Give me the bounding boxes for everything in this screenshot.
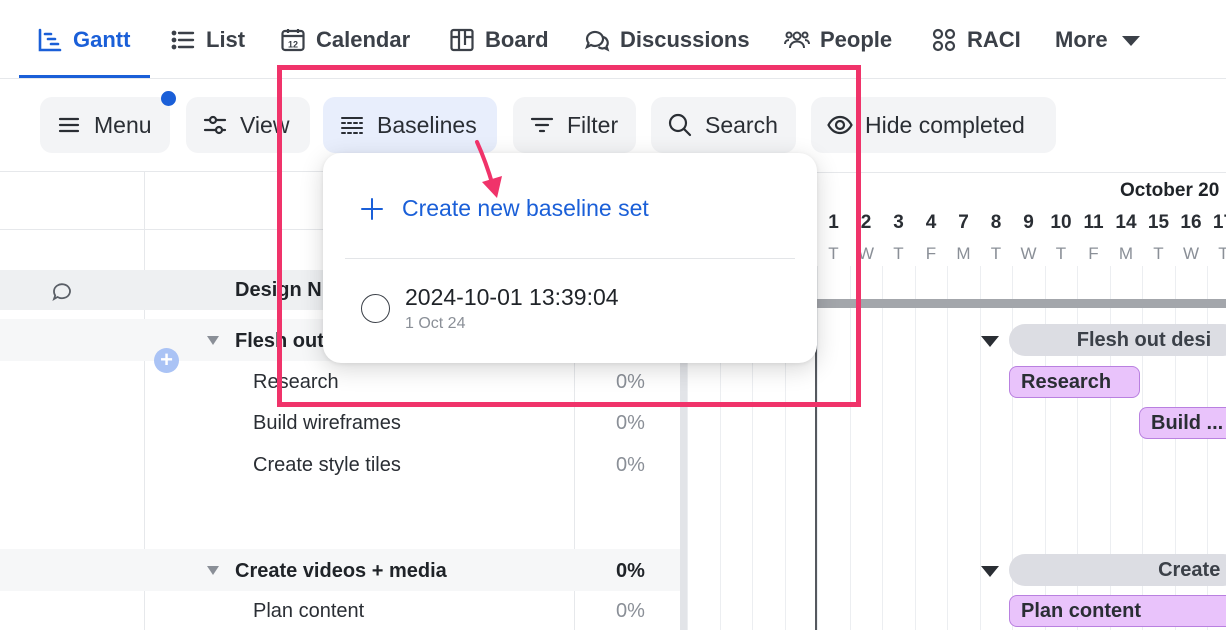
- tab-people-label: People: [820, 26, 893, 52]
- task-name: Build wireframes: [253, 412, 401, 434]
- day-number: 7: [958, 212, 969, 233]
- menu-button[interactable]: Menu: [40, 97, 170, 153]
- tab-calendar-label: Calendar: [316, 26, 411, 52]
- gantt-bar-plan-content[interactable]: Plan content: [1009, 595, 1226, 627]
- task-name: Plan content: [253, 600, 365, 622]
- tab-list-label: List: [206, 26, 246, 52]
- day-gridline: [947, 266, 948, 630]
- gantt-bar-label: Create v: [1158, 558, 1226, 581]
- day-number: 11: [1083, 212, 1104, 233]
- annotation-arrow-icon: [475, 140, 502, 198]
- gantt-bar-label: Flesh out desi: [1076, 328, 1212, 351]
- collapse-triangle-icon[interactable]: [207, 566, 219, 575]
- day-number: 3: [893, 212, 904, 233]
- discussions-icon: [584, 30, 610, 52]
- menu-button-label: Menu: [94, 111, 152, 138]
- tab-gantt-label: Gantt: [73, 26, 131, 52]
- task-name: Create style tiles: [253, 454, 401, 476]
- tab-gantt[interactable]: Gantt: [37, 0, 130, 79]
- notification-dot: [161, 91, 176, 106]
- month-label: October 20: [1120, 180, 1220, 201]
- day-number: 17: [1212, 212, 1226, 233]
- tab-more[interactable]: More: [1055, 0, 1144, 79]
- collapse-triangle-icon[interactable]: [207, 336, 219, 345]
- day-gridline: [914, 266, 916, 630]
- day-weekday: T: [990, 244, 1002, 263]
- day-number: 9: [1023, 212, 1034, 233]
- table-row[interactable]: Create style tiles 0%: [0, 444, 680, 486]
- day-weekday: M: [956, 244, 971, 263]
- task-percent: 0%: [616, 454, 645, 476]
- hide-completed-label: Hide completed: [865, 111, 1025, 138]
- day-weekday: W: [1020, 244, 1037, 263]
- tab-list[interactable]: List: [170, 0, 245, 79]
- day-weekday: F: [925, 244, 937, 263]
- tab-more-label: More: [1055, 26, 1108, 52]
- gantt-bar-flesh-out[interactable]: Flesh out desi: [1009, 324, 1226, 356]
- task-percent: 0%: [616, 560, 645, 582]
- gantt-bar-create-videos[interactable]: Create v: [1009, 554, 1226, 586]
- gantt-bar-label: Research: [1021, 370, 1112, 393]
- tab-board-label: Board: [485, 26, 549, 52]
- day-weekday: T: [893, 244, 904, 263]
- active-tab-indicator: [19, 75, 150, 78]
- day-weekday: M: [1118, 244, 1134, 263]
- day-number: 8: [990, 212, 1002, 233]
- day-weekday: T: [1153, 244, 1164, 263]
- day-gridline: [882, 266, 883, 630]
- tab-raci[interactable]: RACI: [931, 0, 1021, 79]
- highlight-box: [277, 65, 861, 407]
- hamburger-icon: [58, 117, 80, 133]
- day-number: 4: [925, 212, 937, 233]
- day-weekday: T: [1055, 244, 1067, 263]
- chevron-down-icon: [1121, 35, 1140, 46]
- task-percent: 0%: [616, 600, 645, 622]
- sliders-icon: [203, 115, 227, 135]
- task-name: Create videos + media: [235, 560, 447, 582]
- task-percent: 0%: [616, 412, 645, 434]
- raci-icon: [932, 28, 956, 51]
- comment-icon: [52, 283, 71, 301]
- list-icon: [171, 30, 195, 49]
- day-number: 10: [1050, 212, 1072, 233]
- people-icon: [784, 31, 810, 48]
- collapse-triangle-icon[interactable]: [981, 566, 999, 577]
- table-row[interactable]: Plan content 0%: [0, 591, 680, 630]
- svg-text:12: 12: [288, 39, 298, 49]
- board-icon: [450, 28, 474, 51]
- table-row[interactable]: Create videos + media 0%: [0, 549, 680, 591]
- day-weekday: W: [1182, 244, 1200, 263]
- calendar-icon: 12: [281, 28, 305, 51]
- gantt-bar-build-wireframes[interactable]: Build ...: [1139, 407, 1226, 439]
- tab-discussions-label: Discussions: [620, 26, 750, 52]
- gantt-icon: [38, 28, 62, 51]
- day-number: 14: [1115, 212, 1137, 233]
- gantt-bar-research[interactable]: Research: [1009, 366, 1140, 398]
- day-weekday: T: [1218, 244, 1226, 263]
- gantt-bar-label: Plan content: [1021, 599, 1142, 622]
- tab-raci-label: RACI: [967, 26, 1021, 52]
- collapse-triangle-icon[interactable]: [981, 336, 999, 347]
- day-number: 16: [1180, 212, 1202, 233]
- table-row[interactable]: Build wireframes 0%: [0, 402, 680, 444]
- gantt-bar-label: Build ...: [1151, 411, 1224, 434]
- day-number: 15: [1147, 212, 1170, 233]
- day-weekday: F: [1088, 244, 1099, 263]
